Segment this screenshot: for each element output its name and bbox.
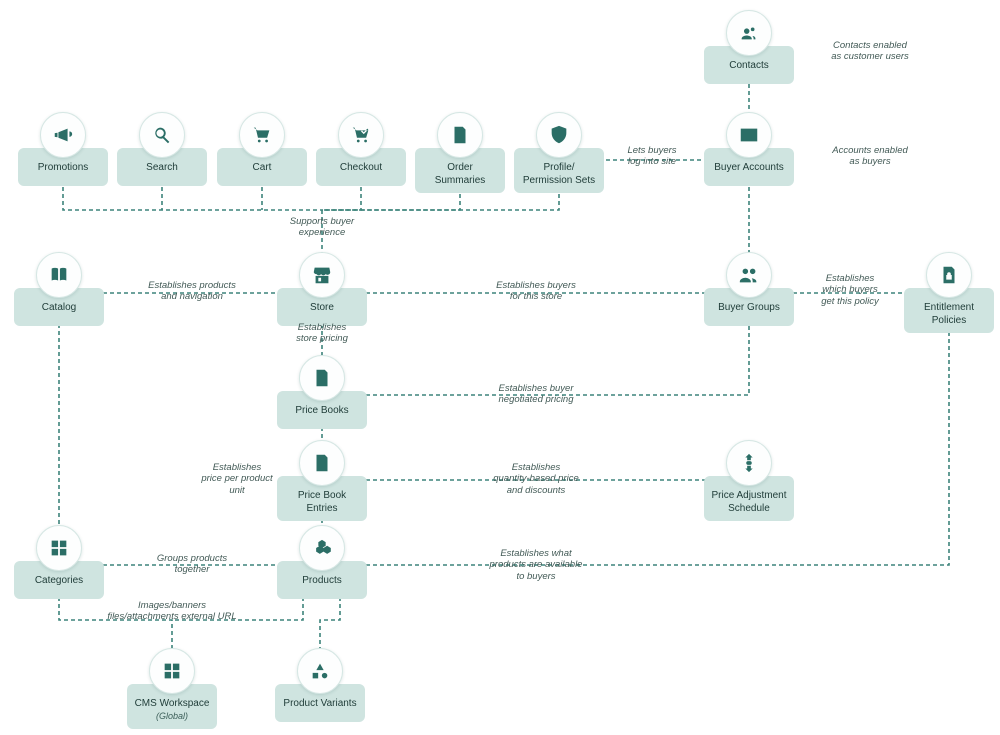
search-icon bbox=[139, 112, 185, 158]
megaphone-icon bbox=[40, 112, 86, 158]
node-order-summaries: Order Summaries bbox=[415, 112, 505, 193]
document-icon bbox=[437, 112, 483, 158]
node-sublabel: (Global) bbox=[156, 711, 188, 721]
book-icon bbox=[36, 252, 82, 298]
price-tag-icon bbox=[299, 355, 345, 401]
node-label: Price Adjustment Schedule bbox=[711, 490, 786, 514]
node-promotions: Promotions bbox=[18, 112, 108, 186]
node-label: Store bbox=[310, 302, 334, 313]
node-price-adjustment-schedule: Price Adjustment Schedule bbox=[704, 440, 794, 521]
cart-icon bbox=[239, 112, 285, 158]
node-buyer-accounts: Buyer Accounts bbox=[704, 112, 794, 186]
node-profile-permission-sets: Profile/Permission Sets bbox=[514, 112, 604, 193]
node-label: CMS Workspace bbox=[135, 698, 210, 709]
price-adjust-icon bbox=[726, 440, 772, 486]
node-search: Search bbox=[117, 112, 207, 186]
node-label: Catalog bbox=[42, 302, 76, 313]
node-label: Buyer Accounts bbox=[714, 162, 783, 173]
node-label: Cart bbox=[253, 162, 272, 173]
id-card-icon bbox=[726, 112, 772, 158]
categories-icon bbox=[36, 525, 82, 571]
node-store: Store bbox=[277, 252, 367, 326]
node-buyer-groups: Buyer Groups bbox=[704, 252, 794, 326]
node-product-variants: Product Variants bbox=[275, 648, 365, 722]
people-icon bbox=[726, 252, 772, 298]
node-label: Order Summaries bbox=[435, 162, 486, 186]
file-lock-icon bbox=[926, 252, 972, 298]
node-label: Buyer Groups bbox=[718, 302, 780, 313]
node-label: Price Book Entries bbox=[298, 490, 346, 514]
shield-user-icon bbox=[536, 112, 582, 158]
node-label: Checkout bbox=[340, 162, 382, 173]
node-label: Categories bbox=[35, 575, 83, 586]
storefront-icon bbox=[299, 252, 345, 298]
node-categories: Categories bbox=[14, 525, 104, 599]
node-cart: Cart bbox=[217, 112, 307, 186]
node-label: Products bbox=[302, 575, 341, 586]
grid-icon bbox=[149, 648, 195, 694]
connector-layer bbox=[0, 0, 1000, 735]
node-entitlement-policies: Entitlement Policies bbox=[904, 252, 994, 333]
cart-check-icon bbox=[338, 112, 384, 158]
boxes-icon bbox=[299, 525, 345, 571]
node-label: Search bbox=[146, 162, 178, 173]
node-cms-workspace: CMS Workspace (Global) bbox=[127, 648, 217, 729]
node-label: Contacts bbox=[729, 60, 768, 71]
node-label: Promotions bbox=[38, 162, 89, 173]
shapes-icon bbox=[297, 648, 343, 694]
node-price-books: Price Books bbox=[277, 355, 367, 429]
node-contacts: Contacts bbox=[704, 10, 794, 84]
node-checkout: Checkout bbox=[316, 112, 406, 186]
node-label: Price Books bbox=[295, 405, 348, 416]
node-label: Product Variants bbox=[283, 698, 356, 709]
node-label: Profile/Permission Sets bbox=[523, 162, 595, 186]
node-products: Products bbox=[277, 525, 367, 599]
node-catalog: Catalog bbox=[14, 252, 104, 326]
node-price-book-entries: Price Book Entries bbox=[277, 440, 367, 521]
list-doc-icon bbox=[299, 440, 345, 486]
node-label: Entitlement Policies bbox=[924, 302, 974, 326]
contacts-icon bbox=[726, 10, 772, 56]
